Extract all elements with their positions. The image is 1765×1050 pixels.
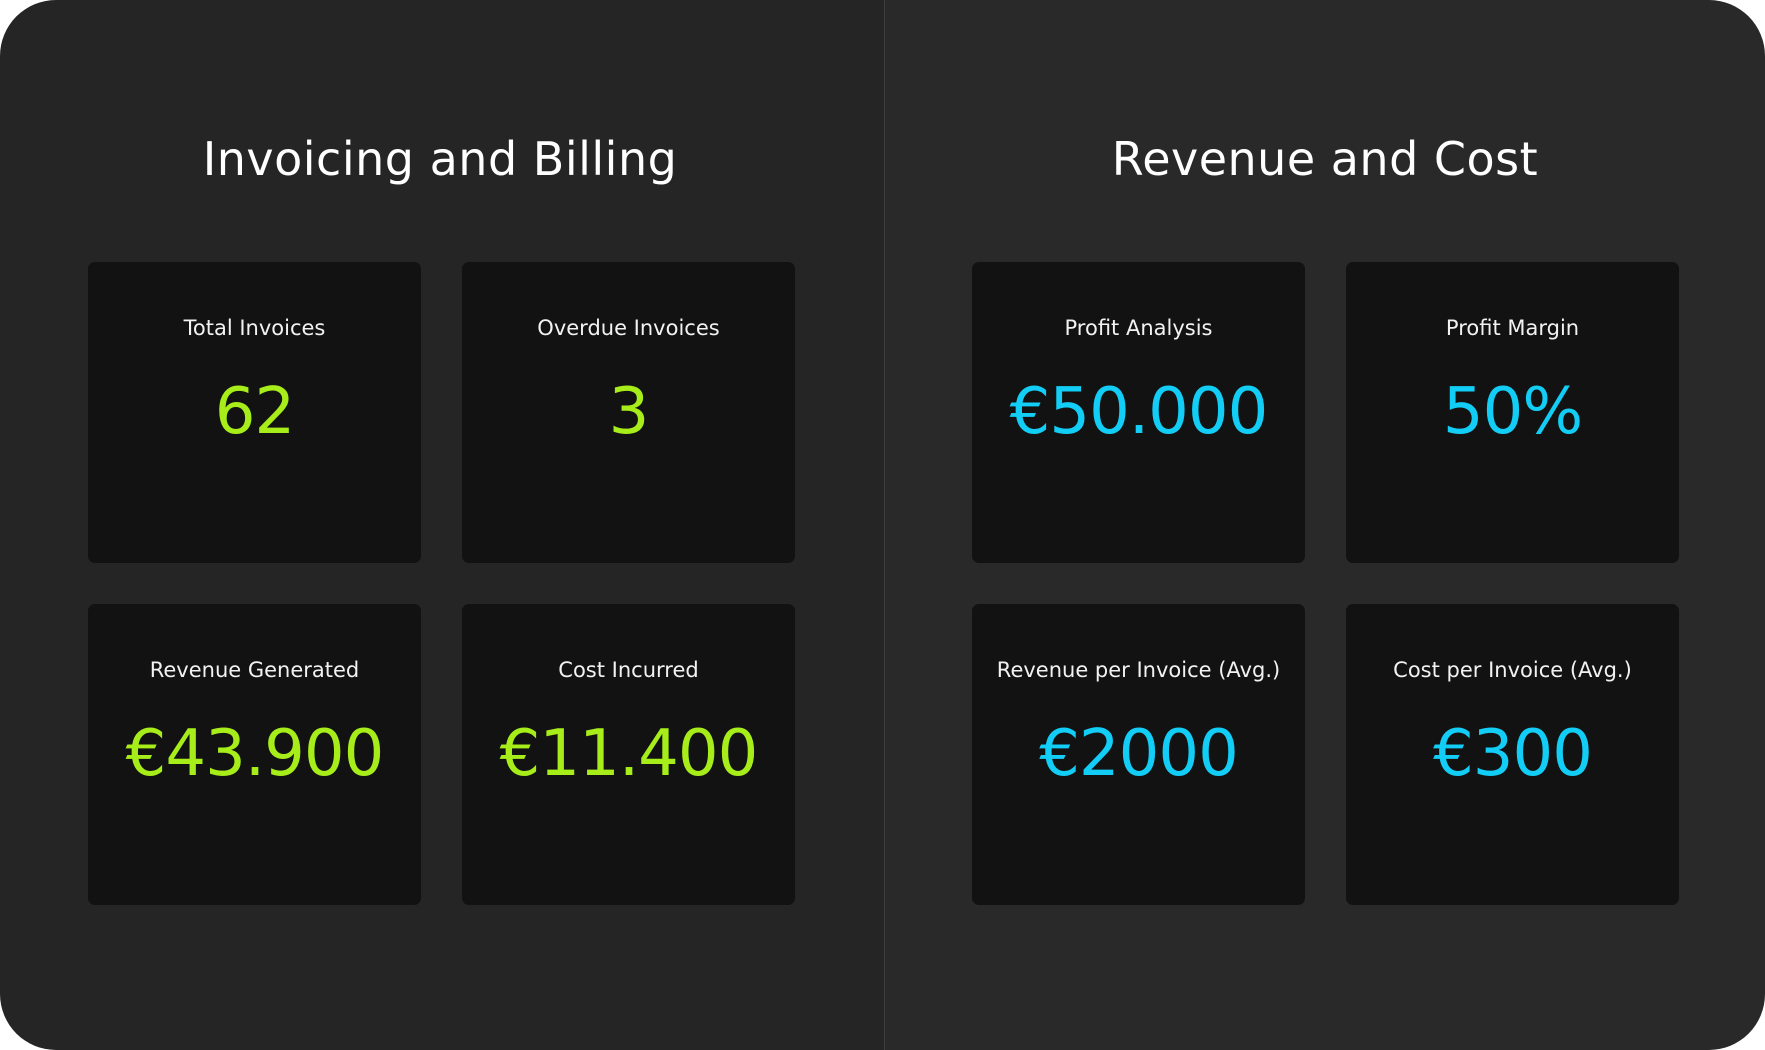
revenue-generated-value: €43.900 — [125, 717, 385, 791]
profit-analysis-card: Profit Analysis €50.000 — [972, 262, 1305, 563]
overdue-invoices-card: Overdue Invoices 3 — [462, 262, 795, 563]
invoicing-panel-title: Invoicing and Billing — [202, 132, 678, 186]
revenue-panel-title: Revenue and Cost — [1111, 132, 1539, 186]
revenue-panel: Revenue and Cost Profit Analysis €50.000… — [885, 0, 1765, 1050]
overdue-invoices-value: 3 — [608, 375, 650, 449]
cost-per-invoice-label: Cost per Invoice (Avg.) — [1393, 658, 1632, 682]
cost-incurred-card: Cost Incurred €11.400 — [462, 604, 795, 905]
profit-analysis-label: Profit Analysis — [1064, 316, 1213, 340]
profit-margin-value: 50% — [1442, 375, 1583, 449]
revenue-generated-card: Revenue Generated €43.900 — [88, 604, 421, 905]
revenue-per-invoice-value: €2000 — [1039, 717, 1239, 791]
total-invoices-label: Total Invoices — [183, 316, 326, 340]
profit-analysis-value: €50.000 — [1009, 375, 1269, 449]
revenue-per-invoice-label: Revenue per Invoice (Avg.) — [996, 658, 1281, 682]
cost-per-invoice-card: Cost per Invoice (Avg.) €300 — [1346, 604, 1679, 905]
cost-per-invoice-value: €300 — [1433, 717, 1593, 791]
total-invoices-value: 62 — [214, 375, 295, 449]
overdue-invoices-label: Overdue Invoices — [537, 316, 720, 340]
revenue-generated-label: Revenue Generated — [149, 658, 360, 682]
revenue-per-invoice-card: Revenue per Invoice (Avg.) €2000 — [972, 604, 1305, 905]
cost-incurred-value: €11.400 — [499, 717, 759, 791]
cost-incurred-label: Cost Incurred — [558, 658, 699, 682]
total-invoices-card: Total Invoices 62 — [88, 262, 421, 563]
dashboard: Invoicing and Billing Total Invoices 62 … — [0, 0, 1765, 1050]
profit-margin-label: Profit Margin — [1445, 316, 1580, 340]
invoicing-panel: Invoicing and Billing Total Invoices 62 … — [0, 0, 884, 1050]
profit-margin-card: Profit Margin 50% — [1346, 262, 1679, 563]
